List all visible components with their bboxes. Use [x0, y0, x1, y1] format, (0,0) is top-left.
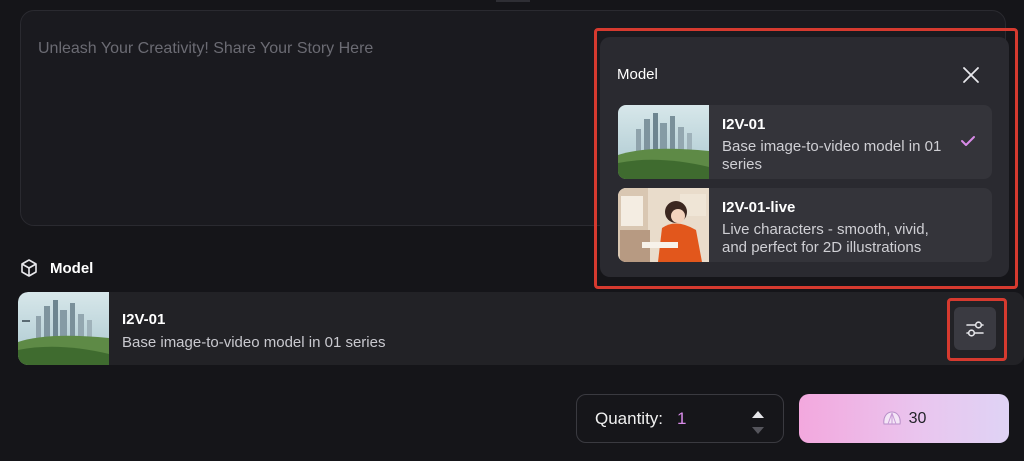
- model-popover: Model I2V-01 Base image-to-video model i…: [600, 37, 1009, 277]
- model-section-title: Model: [50, 259, 94, 277]
- panel-drag-handle[interactable]: [496, 0, 530, 2]
- quantity-value[interactable]: 1: [677, 409, 686, 429]
- model-thumbnail-city: [618, 105, 709, 179]
- credit-cost: 30: [908, 409, 927, 427]
- option-name: I2V-01-live: [722, 199, 796, 216]
- shell-icon: [882, 410, 902, 428]
- model-settings-button[interactable]: [954, 307, 996, 350]
- model-option-i2v-01[interactable]: I2V-01 Base image-to-video model in 01 s…: [618, 105, 992, 179]
- quantity-stepper[interactable]: Quantity: 1: [576, 394, 784, 443]
- chevron-up-icon[interactable]: [751, 406, 765, 418]
- option-description: Live characters - smooth, vivid, and per…: [722, 221, 929, 256]
- cube-icon: [19, 258, 39, 278]
- selected-model-card[interactable]: I2V-01 Base image-to-video model in 01 s…: [18, 292, 1024, 365]
- prompt-input[interactable]: [38, 37, 598, 61]
- model-thumbnail-city: [18, 292, 109, 365]
- close-icon[interactable]: [961, 65, 981, 85]
- chevron-down-icon[interactable]: [751, 423, 765, 434]
- model-thumbnail-illustration: [618, 188, 709, 262]
- model-option-i2v-01-live[interactable]: I2V-01-live Live characters - smooth, vi…: [618, 188, 992, 262]
- quantity-label: Quantity:: [595, 409, 664, 428]
- selected-model-name: I2V-01: [122, 311, 166, 328]
- check-icon: [960, 134, 976, 148]
- popover-title: Model: [617, 66, 658, 83]
- option-name: I2V-01: [722, 116, 766, 133]
- generate-button[interactable]: 30: [799, 394, 1009, 443]
- option-description: Base image-to-video model in 01 series: [722, 138, 942, 173]
- model-section-header: Model: [19, 257, 93, 279]
- sliders-icon: [964, 318, 986, 340]
- selected-model-description: Base image-to-video model in 01 series: [122, 334, 386, 351]
